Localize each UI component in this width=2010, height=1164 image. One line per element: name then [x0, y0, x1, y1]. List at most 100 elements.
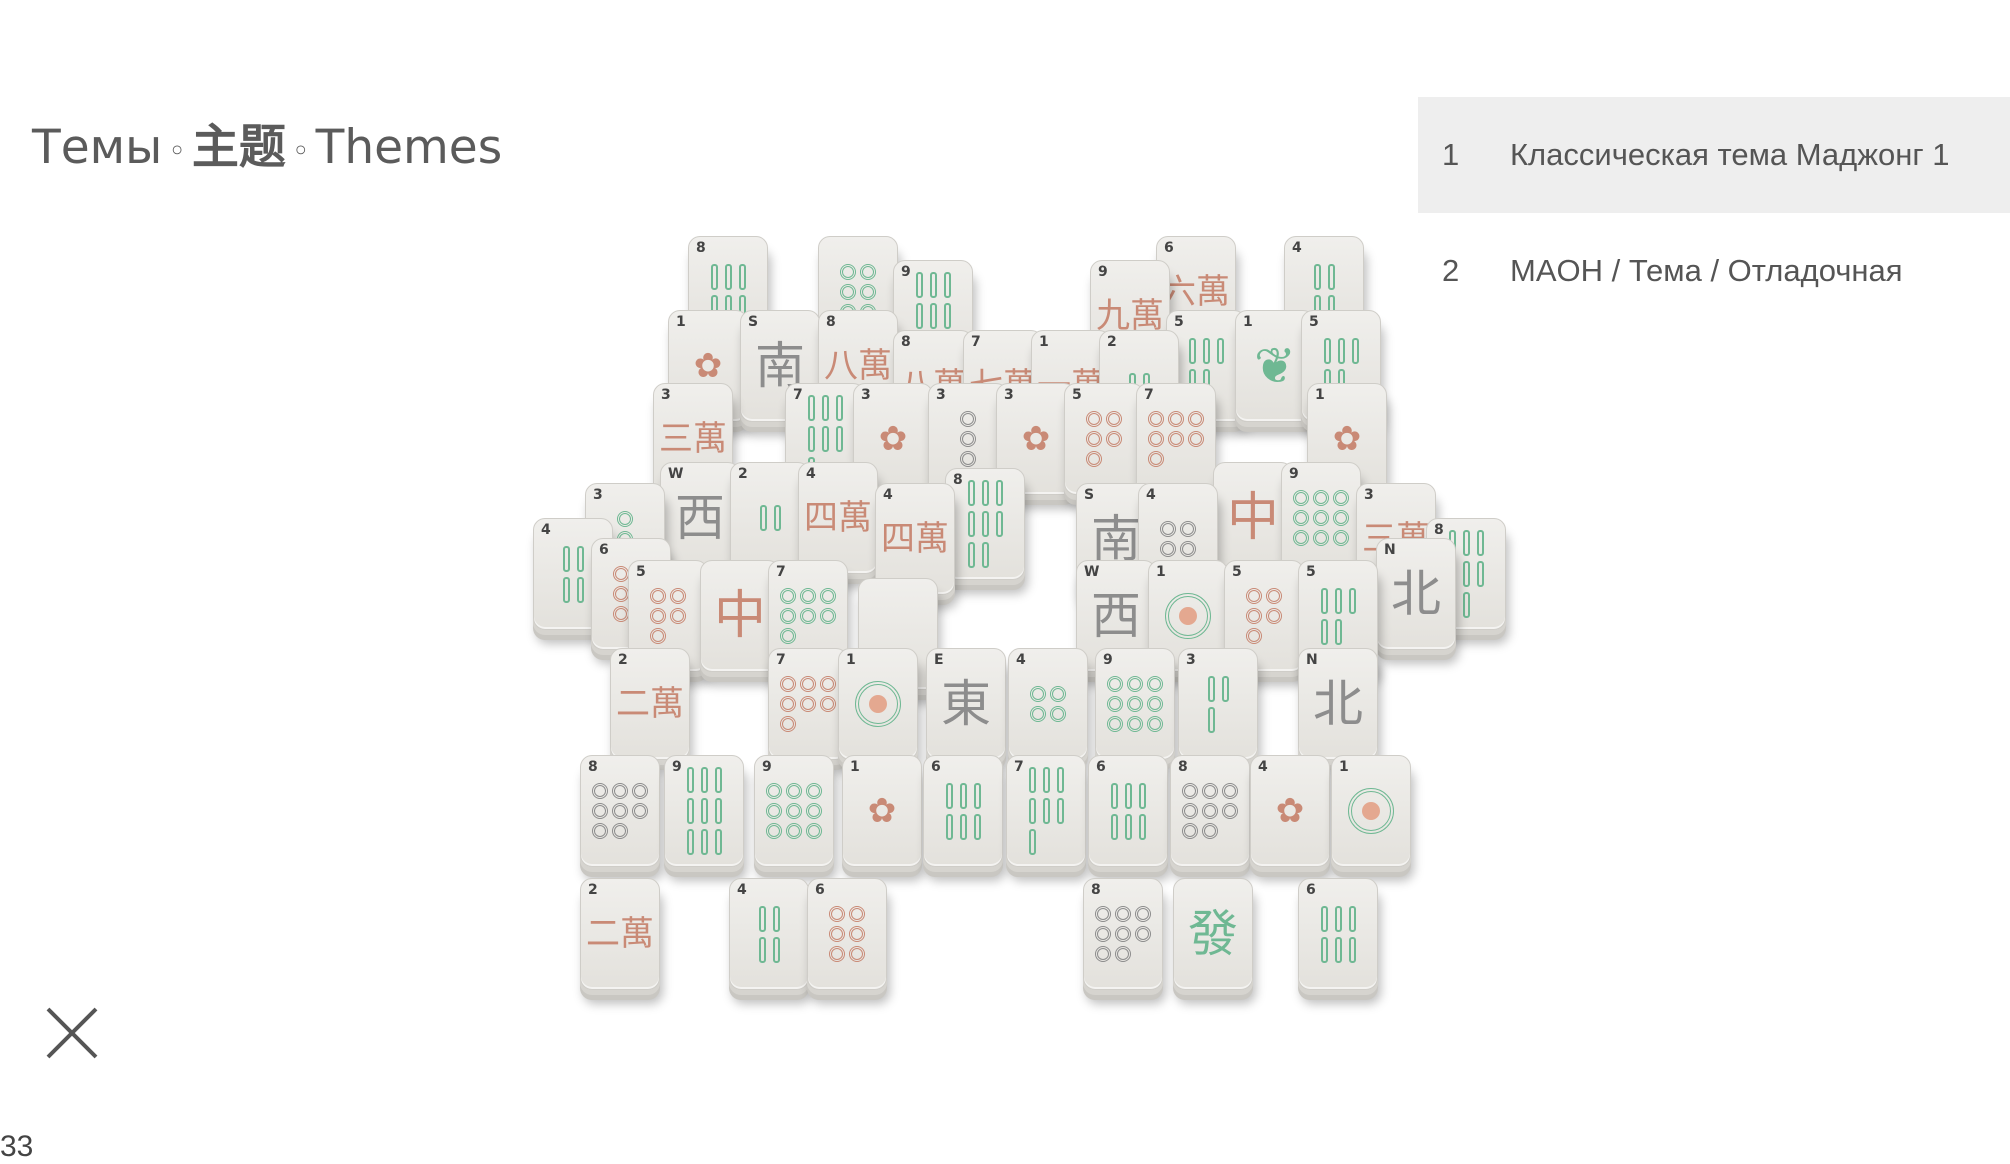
dot-pip	[1188, 411, 1204, 427]
bamboo-stick	[576, 576, 584, 603]
mahjong-tile[interactable]: N北	[1376, 538, 1456, 650]
mahjong-tile[interactable]: 1 ✿	[842, 755, 922, 867]
tile-face	[1320, 905, 1356, 963]
mahjong-tile[interactable]: 9	[754, 755, 834, 867]
dot-pip	[1182, 803, 1198, 819]
dot-pip	[632, 783, 648, 799]
tile-face	[759, 505, 781, 531]
tile-corner-label: W	[1084, 564, 1100, 580]
tile-counter: 33	[0, 1130, 34, 1163]
tile-corner-label: 3	[593, 487, 603, 503]
mahjong-tile[interactable]: 4	[729, 878, 809, 990]
mahjong-tile[interactable]: 5	[1064, 383, 1144, 495]
mahjong-tile[interactable]: 8	[945, 468, 1025, 580]
tile-face: 發	[1188, 905, 1238, 963]
mahjong-tile[interactable]: 6	[923, 755, 1003, 867]
tile-face: 二萬	[616, 684, 684, 724]
bamboo-stick	[714, 829, 722, 855]
tile-face	[766, 783, 822, 839]
mahjong-tile[interactable]: 9	[1095, 648, 1175, 760]
mahjong-tile[interactable]: 發	[1173, 878, 1253, 990]
mahjong-tile[interactable]: 8	[1083, 878, 1163, 990]
dot-pip	[829, 926, 845, 942]
dot-pip	[960, 451, 976, 467]
bamboo-stick	[1462, 592, 1470, 618]
bamboo-stick	[1327, 263, 1335, 290]
dot-pip	[650, 608, 666, 624]
close-icon[interactable]	[42, 1003, 102, 1063]
title-ru: Темы	[32, 120, 163, 175]
mahjong-tile[interactable]: 4	[1008, 648, 1088, 760]
mahjong-tile[interactable]: 1	[838, 648, 918, 760]
bamboo-stick	[943, 303, 951, 329]
mahjong-tile[interactable]: W西	[660, 462, 740, 574]
mahjong-tile[interactable]: 9	[664, 755, 744, 867]
dot-pip	[1333, 490, 1349, 506]
mahjong-tile[interactable]: 2 二萬	[610, 648, 690, 760]
tile-face	[1086, 411, 1122, 467]
bamboo-stick	[562, 545, 570, 572]
tile-corner-label: 7	[776, 564, 786, 580]
mahjong-tile[interactable]: 7	[768, 648, 848, 760]
dot-pip	[1106, 411, 1122, 427]
dot-pip	[1293, 510, 1309, 526]
tile-face	[758, 905, 780, 963]
bamboo-stick	[714, 798, 722, 824]
mahjong-tile[interactable]: 2 二萬	[580, 878, 660, 990]
bamboo-stick	[1202, 337, 1210, 364]
bamboo-stick	[738, 263, 746, 290]
mahjong-tile[interactable]: 8	[580, 755, 660, 867]
tile-corner-label: 5	[1309, 314, 1319, 330]
tile-corner-label: 4	[737, 882, 747, 898]
bamboo-stick	[700, 798, 708, 824]
dot-pip	[592, 803, 608, 819]
dot-pip	[592, 823, 608, 839]
tile-face: ✿	[1021, 419, 1051, 459]
mahjong-tile[interactable]: E東	[926, 648, 1006, 760]
dot-pip	[650, 588, 666, 604]
dot-pip	[1147, 696, 1163, 712]
bamboo-stick	[724, 263, 732, 290]
dot-pip	[820, 676, 836, 692]
dot-pip	[1107, 716, 1123, 732]
bamboo-stick	[700, 829, 708, 855]
tile-face: 二萬	[586, 914, 654, 954]
tile-face: 三萬	[659, 419, 727, 459]
mahjong-tile[interactable]: 4 四萬	[798, 462, 878, 574]
theme-name: Классическая тема Маджонг 1	[1510, 137, 1950, 172]
bamboo-stick	[1056, 798, 1064, 824]
tile-corner-label: 8	[1091, 882, 1101, 898]
bamboo-stick	[1056, 767, 1064, 793]
dot-pip	[1293, 490, 1309, 506]
dot-pip	[1148, 451, 1164, 467]
tile-corner-label: 1	[1315, 387, 1325, 403]
dot-pip	[780, 716, 796, 732]
theme-item-1[interactable]: 1 Классическая тема Маджонг 1	[1418, 97, 2010, 213]
mahjong-tile[interactable]: N北	[1298, 648, 1378, 760]
dot-pip	[1147, 676, 1163, 692]
mahjong-tile[interactable]: 7	[1136, 383, 1216, 495]
tile-face	[1028, 767, 1064, 855]
dot-pip	[766, 823, 782, 839]
bamboo-stick	[758, 936, 766, 963]
mahjong-tile[interactable]: 4 ✿	[1250, 755, 1330, 867]
mahjong-tile[interactable]: 9	[1281, 462, 1361, 574]
mahjong-tile[interactable]: 7	[1006, 755, 1086, 867]
bamboo-stick	[1028, 767, 1036, 793]
mahjong-tile[interactable]: 6	[807, 878, 887, 990]
tile-corner-label: 6	[931, 759, 941, 775]
bamboo-stick	[562, 576, 570, 603]
tile-face	[1207, 675, 1229, 733]
dot-pip	[612, 823, 628, 839]
dot-pip	[806, 803, 822, 819]
mahjong-tile[interactable]: 6	[1088, 755, 1168, 867]
mahjong-tile[interactable]: 1	[1331, 755, 1411, 867]
mahjong-tile[interactable]: 8	[1170, 755, 1250, 867]
tile-corner-label: 8	[953, 472, 963, 488]
bamboo-stick	[1207, 706, 1215, 733]
tile-corner-label: 1	[1156, 564, 1166, 580]
bamboo-stick	[1188, 337, 1196, 364]
mahjong-tile[interactable]: 6	[1298, 878, 1378, 990]
mahjong-tile[interactable]: 3	[1178, 648, 1258, 760]
bamboo-stick	[1042, 798, 1050, 824]
